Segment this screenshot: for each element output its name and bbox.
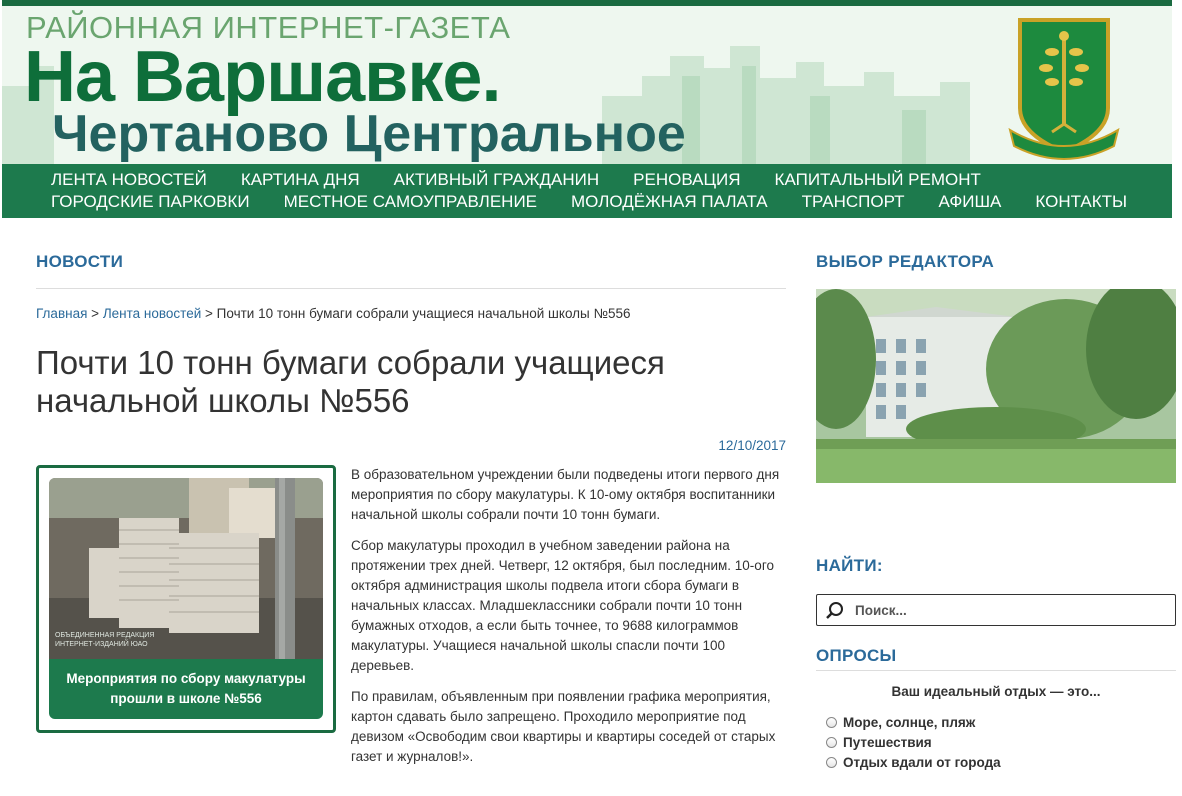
- editor-choice-title: ВЫБОР РЕДАКТОРА: [816, 252, 995, 271]
- breadcrumb-separator: >: [91, 306, 100, 321]
- featured-news-photo[interactable]: ОБЪЕДИНЕННАЯ РЕДАКЦИЯ ИНТЕРНЕТ-ИЗДАНИЙ Ю…: [49, 478, 323, 659]
- editor-choice-photo[interactable]: [816, 289, 1176, 483]
- nav-item-local-government[interactable]: МЕСТНОЕ САМОУПРАВЛЕНИЕ: [284, 192, 537, 212]
- nav-row-2: ГОРОДСКИЕ ПАРКОВКИ МЕСТНОЕ САМОУПРАВЛЕНИ…: [51, 191, 1172, 213]
- radio-button[interactable]: [826, 736, 837, 748]
- article-date: 12/10/2017: [718, 438, 786, 453]
- nav-item-city-parking[interactable]: ГОРОДСКИЕ ПАРКОВКИ: [51, 192, 250, 212]
- district-title: Чертаново Центральное: [52, 105, 686, 163]
- article-title: Почти 10 тонн бумаги собрали учащиеся на…: [36, 344, 665, 419]
- article-paragraph: В образовательном учреждении были подвед…: [351, 467, 780, 522]
- poll-option-label: Отдых вдали от города: [843, 754, 1001, 770]
- nav-item-picture-of-day[interactable]: КАРТИНА ДНЯ: [241, 170, 360, 190]
- breadcrumb: Главная > Лента новостей > Почти 10 тонн…: [36, 306, 631, 321]
- article-paragraph: Сбор макулатуры проходил в учебном завед…: [351, 538, 774, 673]
- featured-news-card[interactable]: ОБЪЕДИНЕННАЯ РЕДАКЦИЯ ИНТЕРНЕТ-ИЗДАНИЙ Ю…: [36, 465, 336, 733]
- nav-item-youth-chamber[interactable]: МОЛОДЁЖНАЯ ПАЛАТА: [571, 192, 768, 212]
- breadcrumb-separator: >: [205, 306, 213, 321]
- article-body: В образовательном учреждении были подвед…: [351, 465, 789, 778]
- featured-news-caption[interactable]: Мероприятия по сбору макулатуры прошли в…: [49, 659, 323, 719]
- section-divider: [36, 288, 786, 289]
- poll-options: Море, солнце, пляж Путешествия Отдых вда…: [826, 712, 1001, 772]
- poll-option[interactable]: Море, солнце, пляж: [826, 712, 1001, 732]
- polls-section-title: ОПРОСЫ: [816, 646, 897, 665]
- main-content: НОВОСТИ Главная > Лента новостей > Почти…: [36, 252, 786, 764]
- nav-item-events[interactable]: АФИША: [939, 192, 1002, 212]
- section-title-news: НОВОСТИ: [36, 252, 124, 271]
- radio-button[interactable]: [826, 756, 837, 768]
- district-emblem-icon: [1008, 18, 1120, 160]
- nav-item-news-feed[interactable]: ЛЕНТА НОВОСТЕЙ: [51, 170, 207, 190]
- site-header[interactable]: РАЙОННАЯ ИНТЕРНЕТ-ГАЗЕТА На Варшавке. Че…: [2, 0, 1172, 164]
- poll-option-label: Путешествия: [843, 734, 932, 750]
- polls-divider: [816, 670, 1176, 671]
- poll-option[interactable]: Отдых вдали от города: [826, 752, 1001, 772]
- breadcrumb-current: Почти 10 тонн бумаги собрали учащиеся на…: [216, 306, 631, 321]
- breadcrumb-home-link[interactable]: Главная: [36, 306, 87, 321]
- photo-watermark: ОБЪЕДИНЕННАЯ РЕДАКЦИЯ ИНТЕРНЕТ-ИЗДАНИЙ Ю…: [55, 631, 154, 649]
- nav-item-capital-repair[interactable]: КАПИТАЛЬНЫЙ РЕМОНТ: [775, 170, 981, 190]
- breadcrumb-feed-link[interactable]: Лента новостей: [103, 306, 201, 321]
- main-nav: ЛЕНТА НОВОСТЕЙ КАРТИНА ДНЯ АКТИВНЫЙ ГРАЖ…: [2, 164, 1172, 218]
- nav-item-transport[interactable]: ТРАНСПОРТ: [802, 192, 905, 212]
- poll-option[interactable]: Путешествия: [826, 732, 1001, 752]
- search-input[interactable]: [855, 600, 1155, 620]
- search-section-title: НАЙТИ:: [816, 556, 883, 575]
- nav-item-active-citizen[interactable]: АКТИВНЫЙ ГРАЖДАНИН: [394, 170, 600, 190]
- school-building-image: [816, 289, 1176, 483]
- article-paragraph: По правилам, объявленным при появлении г…: [351, 689, 776, 764]
- nav-item-contacts[interactable]: КОНТАКТЫ: [1035, 192, 1127, 212]
- sidebar: ВЫБОР РЕДАКТОРА НАЙТИ: ОПРОСЫ: [816, 252, 1176, 770]
- watermark-line-2: ИНТЕРНЕТ-ИЗДАНИЙ ЮАО: [55, 641, 148, 648]
- nav-row-1: ЛЕНТА НОВОСТЕЙ КАРТИНА ДНЯ АКТИВНЫЙ ГРАЖ…: [51, 169, 1172, 191]
- watermark-line-1: ОБЪЕДИНЕННАЯ РЕДАКЦИЯ: [55, 632, 155, 639]
- nav-item-renovation[interactable]: РЕНОВАЦИЯ: [633, 170, 740, 190]
- poll-question: Ваш идеальный отдых — это...: [891, 684, 1101, 699]
- search-icon[interactable]: [825, 601, 845, 621]
- radio-button[interactable]: [826, 716, 837, 728]
- search-box[interactable]: [816, 594, 1176, 626]
- poll-option-label: Море, солнце, пляж: [843, 714, 976, 730]
